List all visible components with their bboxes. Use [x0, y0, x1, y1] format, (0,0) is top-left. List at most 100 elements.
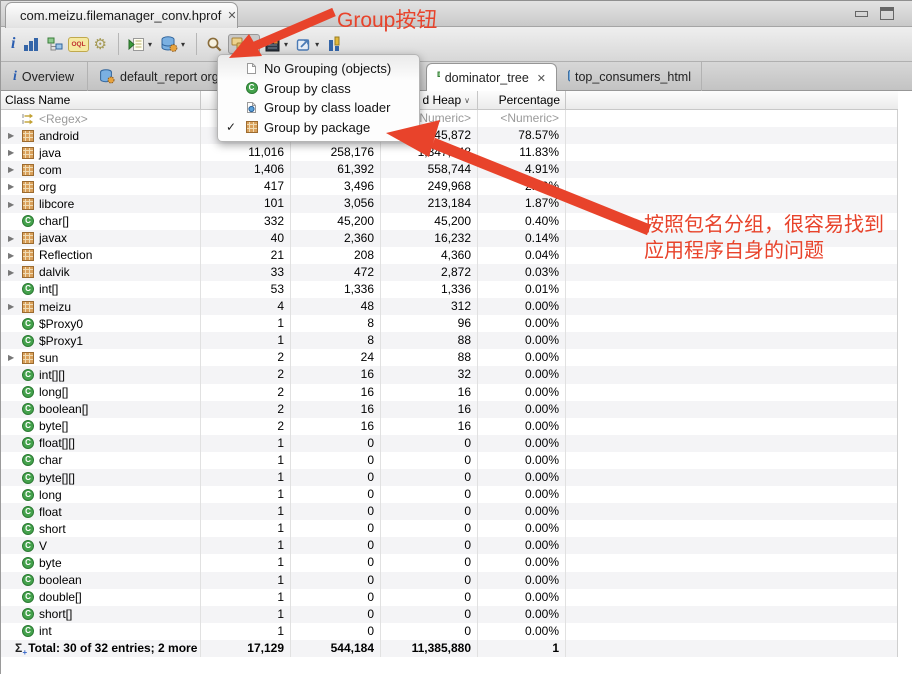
search-button[interactable] [203, 34, 226, 54]
table-row[interactable]: ▶ dalvik 33 472 2,872 0.03% [1, 264, 898, 281]
thread-gear-button[interactable]: ⚙ [91, 33, 110, 55]
menu-item-group-by-class[interactable]: C Group by class [218, 79, 419, 99]
cell-retained: 0 [381, 435, 478, 452]
table-row[interactable]: ▶ com 1,406 61,392 558,744 4.91% [1, 161, 898, 178]
menu-item-group-by-package[interactable]: ✓ Group by package [218, 118, 419, 138]
row-name-cell: ▶ C char[] [1, 213, 201, 230]
tab-label: top_consumers_html [575, 70, 691, 84]
cell-objects: 1 [201, 520, 291, 537]
table-row[interactable]: ▶ C long 1 0 0 0.00% [1, 486, 898, 503]
expand-arrow-icon[interactable]: ▶ [8, 165, 22, 174]
table-row[interactable]: ▶ java 11,016 258,176 1,347,448 11.83% [1, 144, 898, 161]
row-name-cell: ▶ Reflection [1, 247, 201, 264]
table-row[interactable]: ▶ C long[] 2 16 16 0.00% [1, 384, 898, 401]
table-row[interactable]: ▶ android 8,945,872 78.57% [1, 127, 898, 144]
expand-arrow-icon[interactable]: ▶ [8, 200, 22, 209]
regex-filter-value: <Regex> [39, 112, 88, 126]
expand-arrow-icon[interactable]: ▶ [8, 353, 22, 362]
table-row[interactable]: ▶ C boolean 1 0 0 0.00% [1, 572, 898, 589]
cell-percent: 0.00% [478, 384, 566, 401]
table-row[interactable]: ▶ C float[][] 1 0 0 0.00% [1, 435, 898, 452]
cell-percent: 11.83% [478, 144, 566, 161]
close-icon[interactable]: ✕ [537, 72, 546, 85]
info-button[interactable]: i [8, 33, 18, 55]
expand-arrow-icon[interactable]: ▶ [8, 234, 22, 243]
row-label: com [39, 163, 62, 177]
export-button[interactable]: ▾ [293, 35, 322, 54]
table-row[interactable]: ▶ libcore 101 3,056 213,184 1.87% [1, 195, 898, 212]
cell-retained: 0 [381, 554, 478, 571]
row-label: byte [39, 556, 62, 570]
chevron-down-icon: ▾ [253, 40, 257, 49]
cell-percent: 0.00% [478, 332, 566, 349]
table-row[interactable]: ▶ C $Proxy0 1 8 96 0.00% [1, 315, 898, 332]
cell-retained: 32 [381, 366, 478, 383]
column-header-class-name[interactable]: Class Name [1, 91, 201, 109]
checkmark-icon: ✓ [226, 120, 239, 134]
cell-filler [566, 572, 897, 589]
cell-percent: 0.00% [478, 349, 566, 366]
cell-percent: 0.00% [478, 623, 566, 640]
tab-overview[interactable]: i Overview [3, 62, 88, 91]
table-row[interactable]: ▶ C short[] 1 0 0 0.00% [1, 606, 898, 623]
cell-objects: 1 [201, 469, 291, 486]
tab-top-consumers[interactable]: top_consumers_html [557, 62, 702, 91]
oql-button[interactable]: OQL [68, 37, 88, 52]
table-row[interactable]: ▶ C boolean[] 2 16 16 0.00% [1, 401, 898, 418]
maximize-icon[interactable] [880, 7, 894, 20]
menu-item-no-grouping[interactable]: No Grouping (objects) [218, 59, 419, 79]
calculator-button[interactable]: ▾ [262, 35, 291, 54]
run-report-button[interactable]: ▾ [125, 35, 155, 54]
table-row[interactable]: ▶ C char 1 0 0 0.00% [1, 452, 898, 469]
cell-objects: 1 [201, 486, 291, 503]
expand-arrow-icon[interactable]: ▶ [8, 268, 22, 277]
cell-percent: 0.00% [478, 418, 566, 435]
table-row[interactable]: ▶ C byte 1 0 0 0.00% [1, 554, 898, 571]
expand-arrow-icon[interactable]: ▶ [8, 131, 22, 140]
class-icon: C [22, 489, 34, 501]
minimize-icon[interactable] [855, 11, 868, 17]
row-name-cell: ▶ C V [1, 537, 201, 554]
class-loader-icon [245, 101, 258, 114]
table-row[interactable]: ▶ C short 1 0 0 0.00% [1, 520, 898, 537]
table-row[interactable]: ▶ C byte[][] 1 0 0 0.00% [1, 469, 898, 486]
dominator-tree-button[interactable] [44, 35, 66, 54]
histogram-button[interactable] [20, 35, 42, 54]
row-label: byte[][] [39, 471, 75, 485]
cell-filler [566, 127, 897, 144]
expand-arrow-icon[interactable]: ▶ [8, 302, 22, 311]
filter-percentage[interactable]: <Numeric> [478, 110, 566, 127]
menu-item-group-by-class-loader[interactable]: Group by class loader [218, 98, 419, 118]
tree-icon [47, 37, 63, 52]
table-row[interactable]: ▶ C V 1 0 0 0.00% [1, 537, 898, 554]
package-icon [22, 147, 34, 159]
table-row[interactable]: ▶ C double[] 1 0 0 0.00% [1, 589, 898, 606]
expand-arrow-icon[interactable]: ▶ [8, 182, 22, 191]
expand-arrow-icon[interactable]: ▶ [8, 148, 22, 157]
tab-label: Overview [22, 70, 74, 84]
tab-dominator-tree[interactable]: dominator_tree ✕ [426, 63, 557, 92]
table-row[interactable]: ▶ C int[][] 2 16 32 0.00% [1, 366, 898, 383]
cell-filler [566, 161, 897, 178]
filter-class-name[interactable]: ▶ <Regex> [1, 110, 201, 127]
table-row[interactable]: ▶ meizu 4 48 312 0.00% [1, 298, 898, 315]
table-row[interactable]: ▶ sun 2 24 88 0.00% [1, 349, 898, 366]
column-header-percentage[interactable]: Percentage [478, 91, 566, 109]
cell-retained: 312 [381, 298, 478, 315]
table-row[interactable]: ▶ C $Proxy1 1 8 88 0.00% [1, 332, 898, 349]
expand-arrow-icon[interactable]: ▶ [8, 251, 22, 260]
close-icon[interactable]: ✕ [227, 9, 236, 22]
grouping-button[interactable]: ▾ [228, 34, 260, 54]
query-browser-button[interactable]: ▾ [157, 34, 188, 54]
table-row[interactable]: ▶ C float 1 0 0 0.00% [1, 503, 898, 520]
toolbar-separator [118, 33, 119, 55]
table-row[interactable]: ▶ C byte[] 2 16 16 0.00% [1, 418, 898, 435]
editor-tab-hprof[interactable]: com.meizu.filemanager_conv.hprof ✕ [5, 2, 238, 28]
cell-percent: 0.01% [478, 281, 566, 298]
total-label: Total: 30 of 32 entries; 2 more [28, 641, 197, 655]
filter-filler [566, 110, 897, 127]
table-row[interactable]: ▶ C int 1 0 0 0.00% [1, 623, 898, 640]
percentage-bars-button[interactable] [324, 34, 345, 54]
table-row[interactable]: ▶ C int[] 53 1,336 1,336 0.01% [1, 281, 898, 298]
table-row[interactable]: ▶ org 417 3,496 249,968 2.20% [1, 178, 898, 195]
